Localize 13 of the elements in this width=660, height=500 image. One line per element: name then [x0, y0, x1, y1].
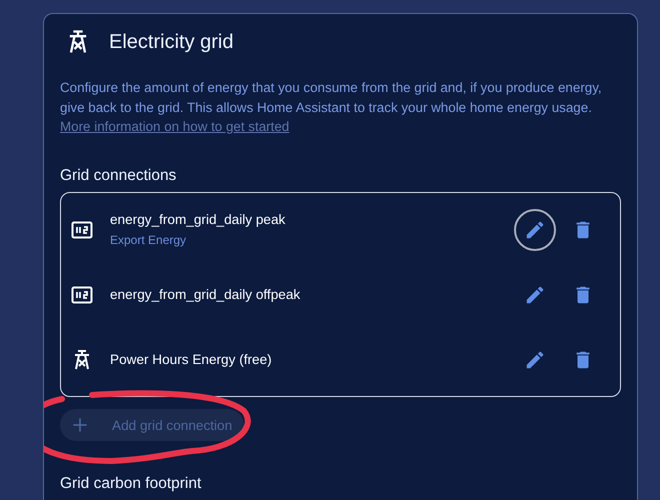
card-title: Electricity grid: [109, 30, 234, 54]
pencil-icon: [524, 348, 546, 370]
connection-name: energy_from_grid_daily offpeak: [110, 287, 302, 302]
section-heading: Grid carbon footprint: [60, 475, 202, 493]
edit-button[interactable]: [514, 208, 556, 250]
connection-name: energy_from_grid_daily peak: [110, 212, 286, 227]
pencil-icon: [524, 218, 546, 240]
connection-subtitle: Export Energy: [110, 233, 188, 247]
section-heading: Grid connections: [60, 167, 178, 185]
connection-name: Power Hours Energy (free): [110, 352, 273, 367]
pencil-icon: [524, 284, 546, 306]
description-text: Configure the amount of energy that you consume from the grid and, if you produce energy, give back to the grid. This allows Home Assistant to track your whole home energy usage.: [60, 79, 603, 117]
info-link[interactable]: More information on how to get started: [60, 119, 290, 134]
